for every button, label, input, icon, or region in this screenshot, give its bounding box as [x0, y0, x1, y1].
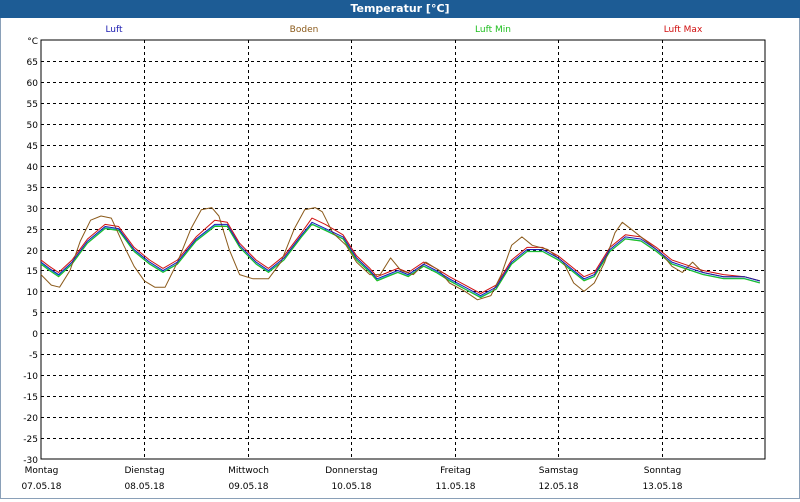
y-tick-label: 5: [32, 309, 38, 319]
x-tick-day-label: Freitag: [440, 466, 471, 476]
x-tick-date-label: 09.05.18: [228, 482, 268, 492]
x-tick-date-label: 08.05.18: [124, 482, 164, 492]
y-tick-label: 40: [27, 163, 39, 173]
x-tick-day-label: Sonntag: [644, 466, 681, 476]
y-tick-label: 35: [27, 184, 38, 194]
y-tick-label: -30: [23, 456, 38, 466]
y-tick-label: 60: [27, 79, 39, 89]
y-tick-label: 0: [32, 330, 38, 340]
x-tick-date-label: 11.05.18: [435, 482, 475, 492]
x-tick-day-label: Montag: [25, 466, 59, 476]
series-line-cyan: [40, 223, 760, 298]
legend-entry: Luft: [105, 25, 123, 35]
y-tick-label: -20: [23, 414, 38, 424]
x-tick-date-label: 07.05.18: [21, 482, 61, 492]
series-line-boden: [40, 207, 760, 301]
y-tick-label: 50: [27, 121, 39, 131]
x-tick-day-label: Dienstag: [124, 466, 164, 476]
y-tick-label: -10: [23, 372, 38, 382]
x-tick-day-label: Donnerstag: [325, 466, 378, 476]
x-tick-day-label: Mittwoch: [228, 466, 269, 476]
y-tick-label: 10: [27, 288, 39, 298]
temperature-chart: -30 -25 -20 -15 -10 -5 0 5 10 15 20 25 30 35 40 45 50 55 6…: [21, 25, 766, 492]
y-tick-label: 30: [27, 205, 39, 215]
legend-entry: Luft Min: [475, 25, 511, 35]
y-tick-label: -25: [23, 435, 38, 445]
y-axis-unit: °C: [27, 37, 38, 47]
chart-title: Temperatur [°C]: [0, 0, 800, 18]
y-tick-label: -5: [29, 351, 38, 361]
y-tick-label: 20: [27, 247, 39, 257]
y-tick-label: 25: [27, 226, 38, 236]
y-tick-label: -15: [23, 393, 38, 403]
y-tick-label: 55: [27, 100, 38, 110]
chart-frame: -30 -25 -20 -15 -10 -5 0 5 10 15 20 25 30 35 40 45 50 55 6…: [0, 18, 800, 499]
legend-entry: Luft Max: [664, 25, 703, 35]
x-tick-date-label: 12.05.18: [538, 482, 578, 492]
legend-entry: Boden: [290, 25, 319, 35]
x-tick-date-label: 13.05.18: [642, 482, 682, 492]
x-tick-day-label: Samstag: [539, 466, 578, 476]
y-tick-label: 65: [27, 58, 38, 68]
series-line-luft-max: [40, 217, 760, 294]
y-tick-label: 15: [27, 267, 38, 277]
x-tick-date-label: 10.05.18: [331, 482, 371, 492]
y-tick-label: 45: [27, 142, 38, 152]
